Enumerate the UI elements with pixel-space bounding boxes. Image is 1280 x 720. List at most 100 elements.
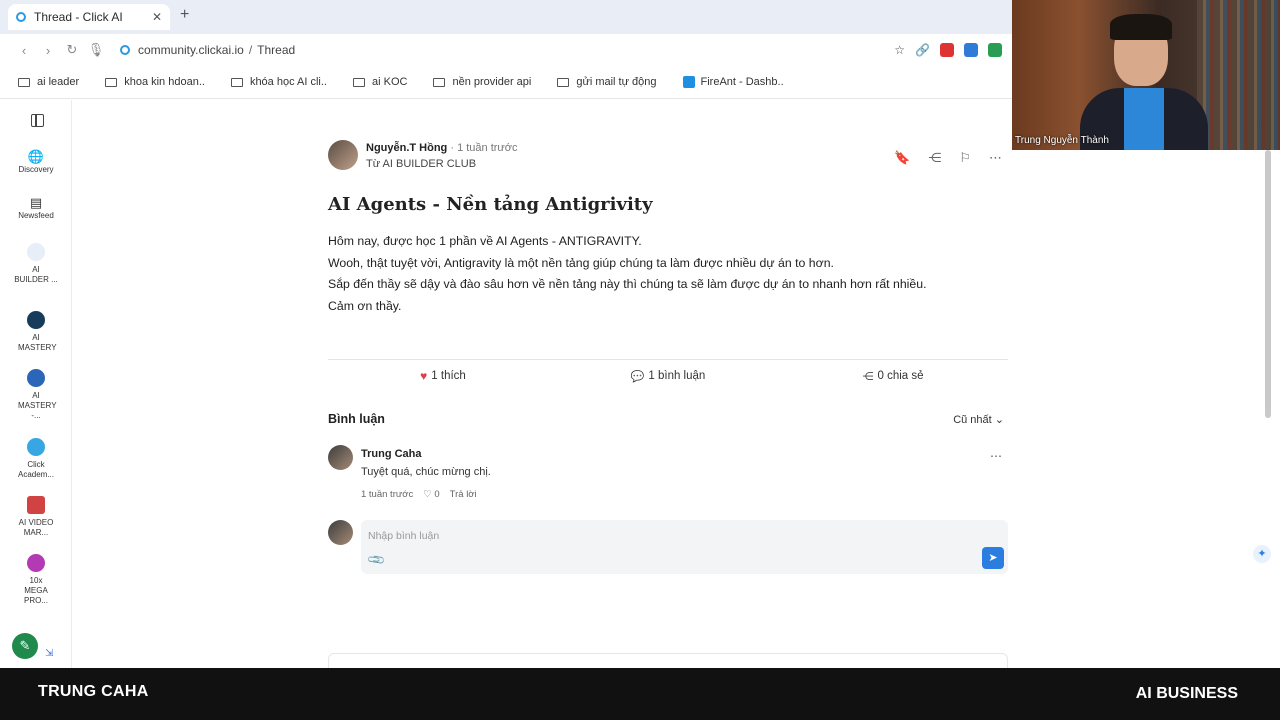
bookmark-icon[interactable]: 🔖 [894,150,910,166]
comment-time: 1 tuần trước [361,489,414,500]
comment-button[interactable]: 💬 1 bình luận [558,369,778,383]
bookmark-star-icon[interactable]: ☆ [894,43,905,57]
sidebar-item-ai-mastery-2[interactable]: AI MASTERY -... [0,369,72,421]
sidebar-item-ai-video[interactable]: AI VIDEO MAR... [0,496,72,538]
post-actions: 🔖 ⋲ ⚐ ⋯ [894,150,1002,166]
reply-button[interactable]: Trả lời [450,489,477,500]
bookmarks-bar: ai leader khoa kin hdoan.. khóa học AI c… [0,66,1012,99]
bookmark-link[interactable]: FireAnt - Dashb.. [682,76,784,88]
close-tab-icon[interactable]: ✕ [152,10,162,24]
browser-tab[interactable]: Thread - Click AI ✕ [8,4,170,30]
sidebar-item-click-academy[interactable]: Click Academ... [0,438,72,480]
webcam-overlay: Trung Nguyễn Thành [1012,0,1280,150]
comment-author[interactable]: Trung Caha [361,448,422,460]
group-logo-icon [27,369,45,387]
bookmark-folder[interactable]: gửi mail tự động [557,76,657,88]
post-stats: ♥ 1 thích 💬 1 bình luận ⋲ 0 chia sẻ [328,369,1008,383]
comment-more-icon[interactable]: ⋯ [990,449,1002,463]
mic-icon[interactable]: 🎙 [84,42,108,58]
mega-logo-icon [27,554,45,572]
comment-input[interactable]: Nhập bình luận 📎 ➤ [361,520,1008,574]
newsfeed-icon: ▤ [29,195,43,210]
sidebar-item-ai-builder[interactable]: AI BUILDER ... [0,243,72,285]
comment-icon: 💬 [630,370,645,383]
avatar[interactable] [328,445,353,470]
url-field[interactable]: community.clickai.io / Thread [120,43,295,57]
group-logo-icon [27,311,45,329]
share-button[interactable]: ⋲ 0 chia sẻ [778,369,1008,383]
comments-heading: Bình luận [328,412,385,426]
comments-header: Bình luận Cũ nhất ⌄ [328,412,1008,426]
site-favicon-icon [16,12,26,22]
bookmark-folder[interactable]: nền provider api [433,76,531,88]
globe-icon: 🌐 [27,149,45,164]
sort-dropdown[interactable]: Cũ nhất ⌄ [953,413,1004,426]
video-logo-icon [27,496,45,514]
tab-title: Thread - Click AI [34,10,123,24]
post-body: Hôm nay, được học 1 phần về AI Agents - … [328,231,1008,318]
link-icon[interactable]: 🔗 [915,43,930,57]
more-options-icon[interactable]: ⋯ [989,150,1002,166]
click-logo-icon [27,438,45,456]
group-logo-icon [27,243,45,261]
bookmark-folder[interactable]: khóa học AI cli.. [230,76,327,88]
author-meta: Nguyễn.T Hồng · 1 tuần trước Từ AI BUILD… [366,140,518,172]
like-count: 1 thích [431,370,466,382]
compose-icon[interactable]: ✎ [12,633,38,659]
reload-icon[interactable]: ↻ [60,42,84,58]
site-info-icon[interactable] [120,45,130,55]
browser-tab-bar: Thread - Click AI ✕ + [0,0,1012,34]
bookmark-folder[interactable]: khoa kin hdoan.. [105,76,205,88]
url-domain: community.clickai.io [138,43,244,57]
author-name[interactable]: Nguyễn.T Hồng [366,142,447,154]
attachment-icon[interactable]: 📎 [366,550,386,570]
back-icon[interactable]: ‹ [12,43,36,58]
divider [328,359,1008,360]
chevron-down-icon: ⌄ [994,413,1004,426]
folder-icon [352,77,365,87]
like-button[interactable]: ♥ 1 thích [328,369,558,383]
comment-meta: 1 tuần trước ♡ 0 Trả lời [361,489,477,500]
post-paragraph: Hôm nay, được học 1 phần về AI Agents - … [328,234,642,248]
avatar [328,520,353,545]
sidebar-item-ai-mastery[interactable]: AI MASTERY [0,311,72,353]
sidebar-toggle-icon[interactable] [31,114,44,127]
bookmark-folder[interactable]: ai leader [18,76,79,88]
comment-placeholder: Nhập bình luận [368,530,440,542]
share-icon[interactable]: ⋲ [928,150,941,166]
assistant-floating-icon[interactable]: ✦ [1253,545,1271,563]
presenter-name: Trung Nguyễn Thành [1015,135,1109,146]
comment-count: 1 bình luận [648,370,706,382]
flag-icon[interactable]: ⚐ [959,150,971,166]
forward-icon[interactable]: › [36,43,60,58]
url-separator: / [248,43,253,57]
new-tab-button[interactable]: + [180,6,189,24]
sidebar-item-discovery[interactable]: 🌐 Discovery [0,149,72,175]
comment-text: Tuyệt quá, chúc mừng chị. [361,466,491,478]
channel-name: TRUNG CAHA [38,683,149,700]
address-bar: ‹ › ↻ 🎙 community.clickai.io / Thread ☆ … [0,34,1012,66]
post-paragraph: Cảm ơn thầy. [328,299,402,314]
channel-tagline: AI BUSINESS [1135,685,1238,702]
sidebar-item-mega-pro[interactable]: 10x MEGA PRO... [0,554,72,606]
extension-blue-icon[interactable] [964,43,978,57]
bookshelf-background [1197,0,1280,150]
community-sidebar: 🌐 Discovery ▤ Newsfeed AI BUILDER ... AI… [0,100,72,668]
comment-like-button[interactable]: ♡ 0 [423,489,439,500]
share-icon: ⋲ [862,370,874,383]
extension-red-icon[interactable] [940,43,954,57]
folder-icon [433,77,446,87]
folder-icon [18,77,30,87]
send-button[interactable]: ➤ [982,547,1004,569]
post-paragraph: Wooh, thật tuyệt vời, Antigravity là một… [328,255,834,270]
scrollbar[interactable] [1265,150,1271,418]
sidebar-item-newsfeed[interactable]: ▤ Newsfeed [0,195,72,221]
post-group[interactable]: Từ AI BUILDER CLUB [366,156,518,172]
url-path: Thread [257,43,296,57]
post-title: AI Agents - Nền tảng Antigrivity [328,194,653,215]
bookmark-folder[interactable]: ai KOC [352,76,407,88]
sidebar-collapse-icon[interactable]: ⇲ [45,648,53,659]
extension-green-icon[interactable] [988,43,1002,57]
avatar[interactable] [328,140,358,170]
fireant-icon [682,76,695,88]
